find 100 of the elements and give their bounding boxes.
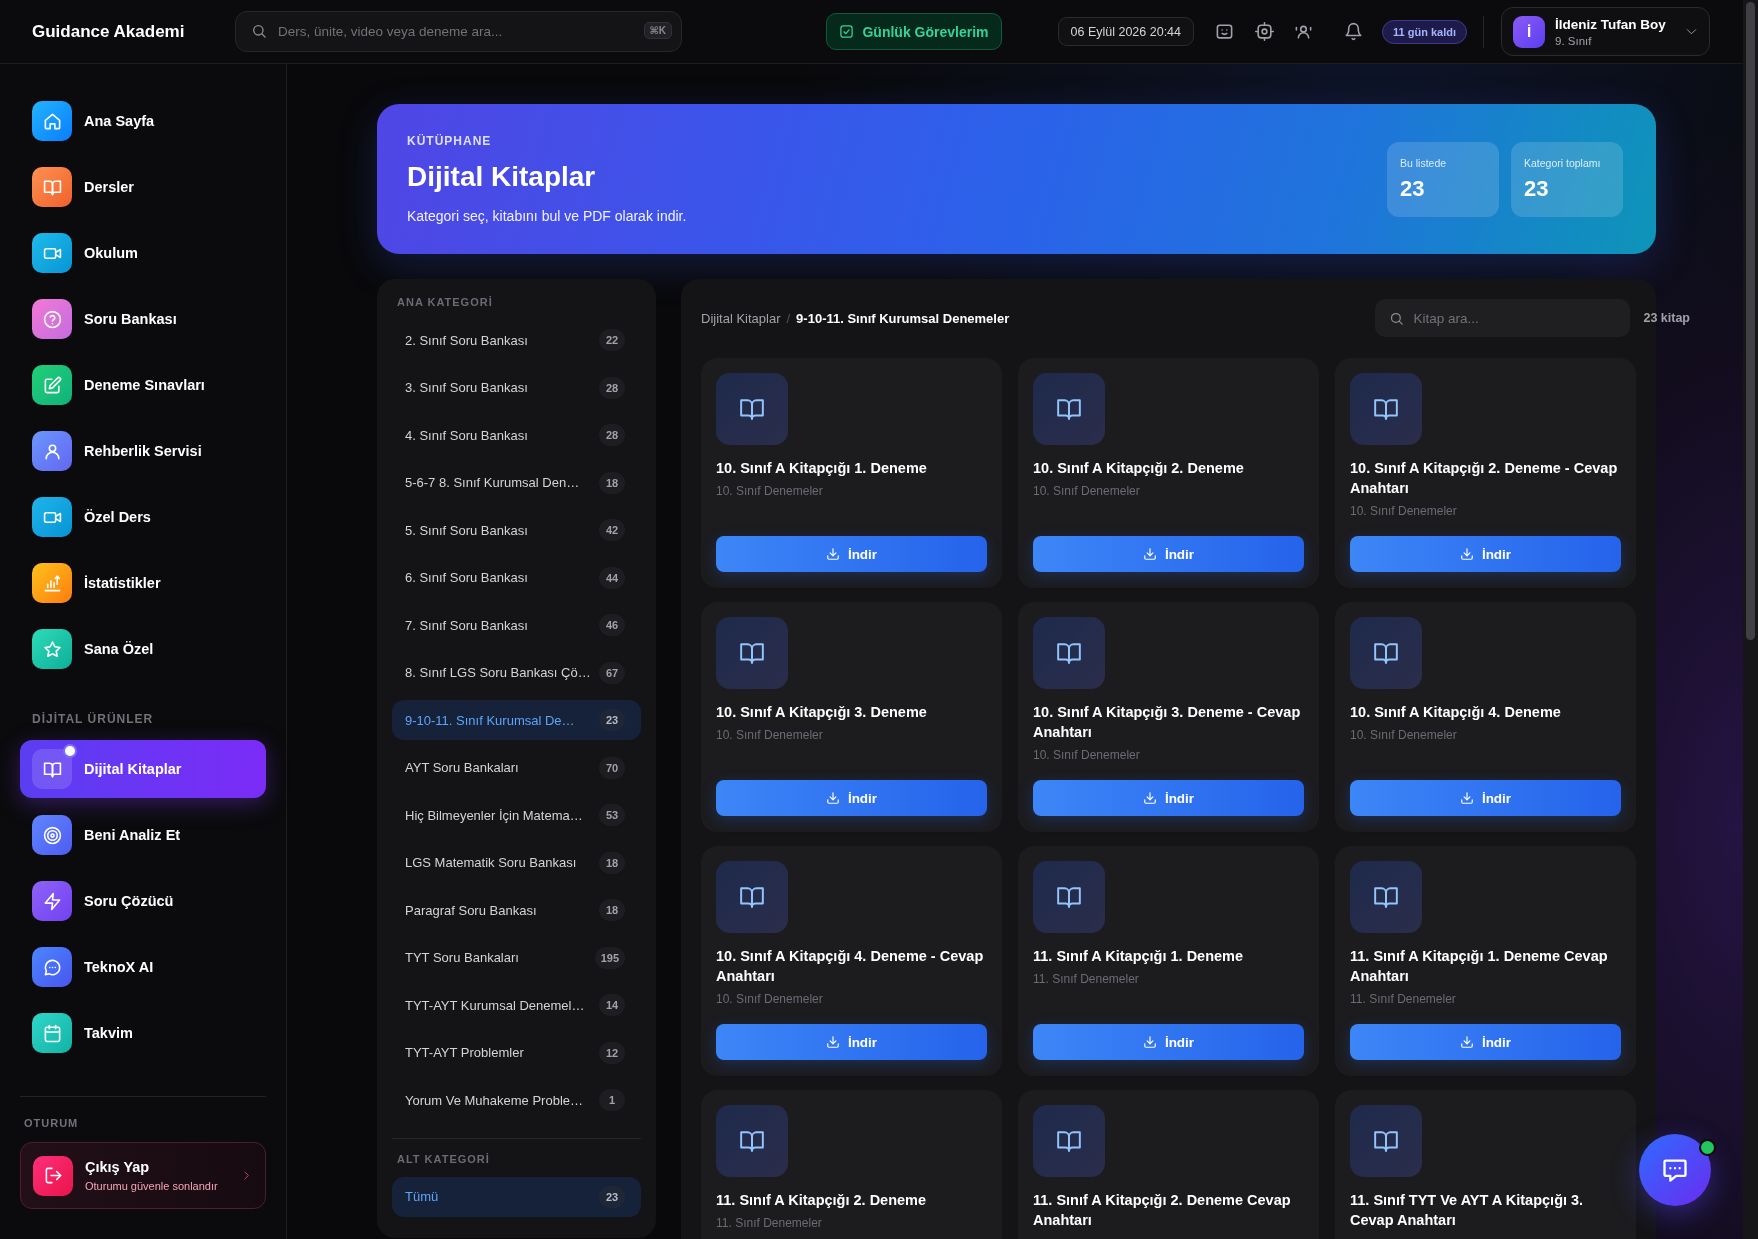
stat-label: Kategori toplamı	[1524, 156, 1601, 169]
nav-item[interactable]: Rehberlik Servisi	[20, 422, 266, 480]
category-item[interactable]: 6. Sınıf Soru Bankası 44	[392, 557, 641, 598]
calendar-icon	[32, 1013, 72, 1053]
count-badge: 195	[594, 946, 625, 969]
download-button[interactable]: İndir	[716, 780, 987, 816]
book-icon	[1350, 1105, 1422, 1177]
category-item[interactable]: 9-10-11. Sınıf Kurumsal De… 23	[392, 700, 641, 740]
user-menu-button[interactable]: İ İldeniz Tufan Boy 9. Sınıf	[1501, 7, 1710, 56]
book-icon	[716, 861, 788, 933]
category-item[interactable]: 8. Sınıf LGS Soru Bankası Çö… 67	[392, 652, 641, 693]
download-button[interactable]: İndir	[1350, 536, 1621, 572]
category-item[interactable]: LGS Matematik Soru Bankası 18	[392, 842, 641, 883]
count-badge: 12	[599, 1041, 625, 1064]
home-icon	[32, 101, 72, 141]
book-search-field[interactable]: Kitap ara...	[1375, 299, 1631, 337]
nav-item[interactable]: Takvim	[20, 1004, 266, 1062]
scrollbar-thumb[interactable]	[1746, 2, 1755, 640]
section-eyebrow: KÜTÜPHANE	[407, 133, 492, 148]
category-item[interactable]: 5-6-7 8. Sınıf Kurumsal Den… 18	[392, 462, 641, 503]
category-item[interactable]: TYT-AYT Kurumsal Denemel… 14	[392, 985, 641, 1025]
book-icon	[1350, 373, 1422, 445]
book-category: 11. Sınıf Denemeler	[716, 1215, 822, 1232]
category-item[interactable]: Hiç Bilmeyenler İçin Matema… 53	[392, 795, 641, 835]
nav-item[interactable]: İstatistikler	[20, 554, 266, 612]
count-badge: 23	[599, 709, 625, 731]
bell-icon[interactable]	[1344, 22, 1364, 41]
book-title: 10. Sınıf A Kitapçığı 2. Deneme - Cevap Anahtarı	[1350, 459, 1619, 498]
book-title: 10. Sınıf A Kitapçığı 1. Deneme	[716, 459, 927, 478]
nav-item[interactable]: Soru Çözücü	[20, 872, 266, 930]
category-item[interactable]: 4. Sınıf Soru Bankası 28	[392, 415, 641, 455]
book-title: 11. Sınıf A Kitapçığı 1. Deneme	[1033, 947, 1244, 966]
book-icon	[1350, 861, 1422, 933]
book-icon	[1033, 1105, 1105, 1177]
book-category: 10. Sınıf Denemeler	[716, 483, 823, 500]
book-category: 10. Sınıf Denemeler	[1033, 747, 1140, 764]
logout-button[interactable]: Çıkış Yap Oturumu güvenle sonlandır	[20, 1142, 266, 1209]
book-icon	[1350, 617, 1422, 689]
download-icon	[825, 1035, 840, 1049]
question-mark-icon	[32, 299, 72, 339]
indicator-dot-icon	[63, 744, 77, 758]
count-badge: 23	[599, 1185, 625, 1208]
nav-item[interactable]: Ana Sayfa	[20, 92, 266, 150]
page-title: Dijital Kitaplar	[407, 159, 596, 194]
book-title: 10. Sınıf A Kitapçığı 4. Deneme - Cevap Anahtarı	[716, 947, 985, 986]
page-subtitle: Kategori seç, kitabını bul ve PDF olarak indir.	[407, 206, 687, 225]
book-category: 11. Sınıf Denemeler	[1350, 991, 1456, 1008]
chevron-right-icon	[242, 1171, 251, 1180]
category-item[interactable]: Yorum Ve Muhakeme Proble… 1	[392, 1080, 641, 1120]
count-badge: 53	[599, 804, 625, 826]
video-camera-icon	[32, 497, 72, 537]
nav-item[interactable]: Okulum	[20, 224, 266, 282]
user-name: İldeniz Tufan Boy	[1555, 16, 1666, 32]
bar-chart-icon	[32, 563, 72, 603]
book-title: 11. Sınıf A Kitapçığı 1. Deneme Cevap Anahtarı	[1350, 947, 1609, 986]
nav-item[interactable]: Dijital Kitaplar	[20, 740, 266, 798]
daily-tasks-button[interactable]: Günlük Görevlerim	[826, 13, 1002, 50]
section-heading: ALT KATEGORİ	[397, 1151, 490, 1166]
book-category: 10. Sınıf Denemeler	[1350, 727, 1457, 744]
nav-item[interactable]: Deneme Sınavları	[20, 356, 266, 414]
nav-item[interactable]: Beni Analiz Et	[20, 806, 266, 864]
download-icon	[825, 791, 840, 805]
crosshair-icon[interactable]	[1255, 22, 1275, 41]
count-badge: 44	[599, 566, 625, 589]
book-title: 10. Sınıf A Kitapçığı 3. Deneme	[716, 703, 927, 722]
download-button[interactable]: İndir	[1350, 1024, 1621, 1060]
category-item[interactable]: Paragraf Soru Bankası 18	[392, 890, 641, 930]
nav-item[interactable]: Soru Bankası	[20, 290, 266, 348]
download-button[interactable]: İndir	[1033, 780, 1304, 816]
category-item[interactable]: TYT-AYT Problemler 12	[392, 1032, 641, 1073]
download-button[interactable]: İndir	[716, 1024, 987, 1060]
category-item[interactable]: AYT Soru Bankaları 70	[392, 747, 641, 788]
book-title: 11. Sınıf A Kitapçığı 2. Deneme	[716, 1191, 927, 1210]
nav-item[interactable]: TeknoX AI	[20, 938, 266, 996]
book-icon	[716, 617, 788, 689]
book-category: 10. Sınıf Denemeler	[1033, 483, 1140, 500]
download-icon	[1459, 791, 1474, 805]
breadcrumb-link[interactable]: Dijital Kitaplar	[701, 310, 781, 326]
download-button[interactable]: İndir	[1033, 1024, 1304, 1060]
nav-item[interactable]: Dersler	[20, 158, 266, 216]
book-title: 10. Sınıf A Kitapçığı 2. Deneme	[1033, 459, 1244, 478]
lightning-icon	[32, 881, 72, 921]
category-item[interactable]: 5. Sınıf Soru Bankası 42	[392, 510, 641, 550]
download-button[interactable]: İndir	[716, 536, 987, 572]
category-item[interactable]: 7. Sınıf Soru Bankası 46	[392, 605, 641, 645]
book-icon	[716, 1105, 788, 1177]
count-badge: 70	[599, 756, 625, 779]
category-item[interactable]: Tümü 23	[392, 1176, 641, 1217]
nav-item[interactable]: Sana Özel	[20, 620, 266, 678]
section-heading: ANA KATEGORİ	[397, 295, 493, 309]
download-button[interactable]: İndir	[1350, 780, 1621, 816]
search-icon	[1389, 310, 1405, 326]
category-item[interactable]: 3. Sınıf Soru Bankası 28	[392, 367, 641, 408]
count-badge: 18	[599, 471, 625, 494]
category-item[interactable]: TYT Soru Bankaları 195	[392, 937, 641, 978]
nav-item[interactable]: Özel Ders	[20, 488, 266, 546]
download-icon	[1459, 1035, 1474, 1049]
category-item[interactable]: 2. Sınıf Soru Bankası 22	[392, 320, 641, 360]
smiley-screen-icon[interactable]	[1215, 22, 1235, 41]
download-button[interactable]: İndir	[1033, 536, 1304, 572]
